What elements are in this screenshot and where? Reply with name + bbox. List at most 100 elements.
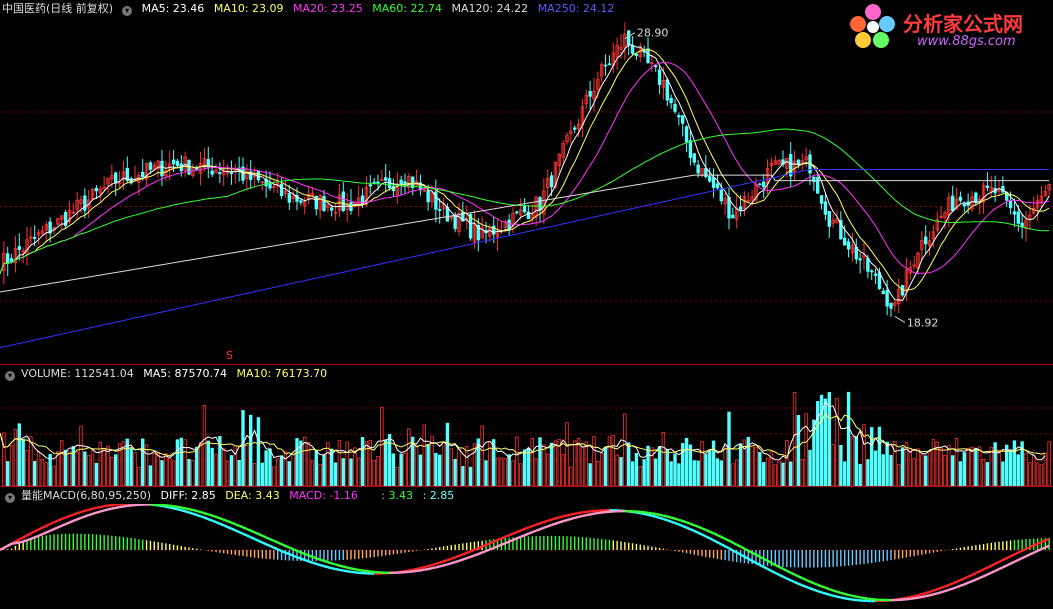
diff-line — [1025, 546, 1031, 551]
volume-bar — [762, 462, 766, 486]
volume-bar — [893, 441, 897, 486]
candle-body — [256, 170, 261, 181]
panel-divider — [0, 364, 1053, 365]
candle-body — [924, 236, 928, 245]
diff-line — [331, 567, 336, 571]
volume-bar — [889, 454, 893, 486]
volume-bar — [665, 449, 669, 486]
diff-line — [967, 573, 973, 578]
dea-line — [30, 536, 36, 541]
volume-bar — [202, 405, 207, 486]
low-price-label: 18.92 — [907, 316, 939, 329]
volume-bar — [546, 453, 550, 486]
volume-bar — [600, 453, 604, 486]
diff-line — [473, 547, 479, 551]
dea-line — [489, 546, 495, 551]
diff-line — [913, 594, 919, 598]
dea-line — [288, 546, 294, 551]
diff-line — [716, 541, 722, 546]
volume-bar — [333, 462, 338, 486]
diff-line — [416, 566, 421, 571]
volume-bar — [816, 401, 820, 486]
volume-bar — [60, 439, 64, 486]
volume-bar — [395, 466, 399, 486]
diff-line — [520, 527, 526, 532]
volume-bar — [561, 453, 565, 486]
diff-line — [238, 530, 244, 535]
volume-bar — [989, 446, 993, 486]
dea-line — [647, 511, 653, 515]
candle-body — [83, 195, 87, 211]
candle-body — [630, 45, 635, 54]
diff-line — [975, 570, 981, 575]
dea-line — [76, 516, 82, 521]
volume-bar — [615, 454, 619, 486]
volume-bar — [187, 458, 191, 486]
dropdown-icon[interactable]: ▾ — [5, 371, 15, 381]
dea-line — [173, 505, 178, 509]
dea-line — [539, 526, 545, 531]
candle-body — [719, 188, 723, 202]
dea-line — [350, 567, 356, 571]
volume-bar — [195, 446, 199, 486]
diff-line — [1006, 555, 1012, 560]
dropdown-icon[interactable]: ▾ — [5, 493, 15, 503]
diff-line — [663, 517, 668, 522]
dea-line — [566, 517, 572, 522]
diff-line — [790, 579, 796, 584]
volume-bar — [765, 457, 770, 486]
diff-line — [963, 575, 969, 580]
diff-line — [566, 513, 572, 517]
diff-line — [265, 543, 271, 548]
volume-bar — [916, 448, 920, 486]
candle-body — [522, 205, 527, 213]
candle-body — [951, 195, 955, 212]
volume-bar — [445, 422, 450, 486]
candle-body — [866, 258, 870, 272]
dea-line — [493, 545, 499, 550]
volume-bar — [970, 446, 974, 486]
dea-line — [200, 510, 205, 515]
volume-bar — [465, 446, 469, 486]
candle-body — [646, 48, 650, 64]
volume-bar — [831, 444, 835, 486]
diff-line — [219, 522, 225, 527]
diff-line — [346, 570, 352, 574]
volume-bar — [958, 461, 963, 486]
dea-line — [308, 554, 313, 558]
volume-bar — [515, 436, 519, 486]
diff-line — [713, 539, 718, 544]
diff-line — [223, 524, 229, 529]
candle-body — [816, 177, 820, 194]
volume-bar — [295, 438, 299, 486]
dea-line — [15, 541, 20, 545]
volume-bar — [6, 461, 10, 486]
diff-line — [246, 534, 252, 539]
volume-bar — [881, 454, 885, 486]
volume-bar — [387, 433, 392, 486]
candle-body — [6, 253, 10, 264]
candle-body — [654, 65, 658, 68]
diff-line — [689, 528, 695, 533]
diff-line — [1040, 539, 1046, 544]
diff-line — [200, 515, 205, 519]
dea-line — [22, 539, 28, 543]
dea-line — [555, 521, 560, 525]
volume-bar — [854, 436, 858, 486]
diff-line — [959, 577, 965, 582]
dea-line — [420, 568, 425, 572]
diff-line — [497, 537, 502, 542]
dea-line — [103, 508, 109, 512]
dea-line — [254, 531, 259, 536]
macd-v1: : 3.43 — [381, 489, 414, 502]
volume-bar — [110, 456, 114, 486]
candle-body — [549, 175, 554, 188]
volume-bar — [144, 444, 149, 486]
diff-line — [936, 586, 942, 591]
volume-bar — [434, 452, 438, 486]
diff-line — [925, 590, 930, 595]
diff-line — [651, 514, 657, 518]
volume-bar — [422, 424, 426, 486]
volume-ma5: MA5: 87570.74 — [143, 367, 227, 380]
dea-line — [678, 518, 684, 523]
